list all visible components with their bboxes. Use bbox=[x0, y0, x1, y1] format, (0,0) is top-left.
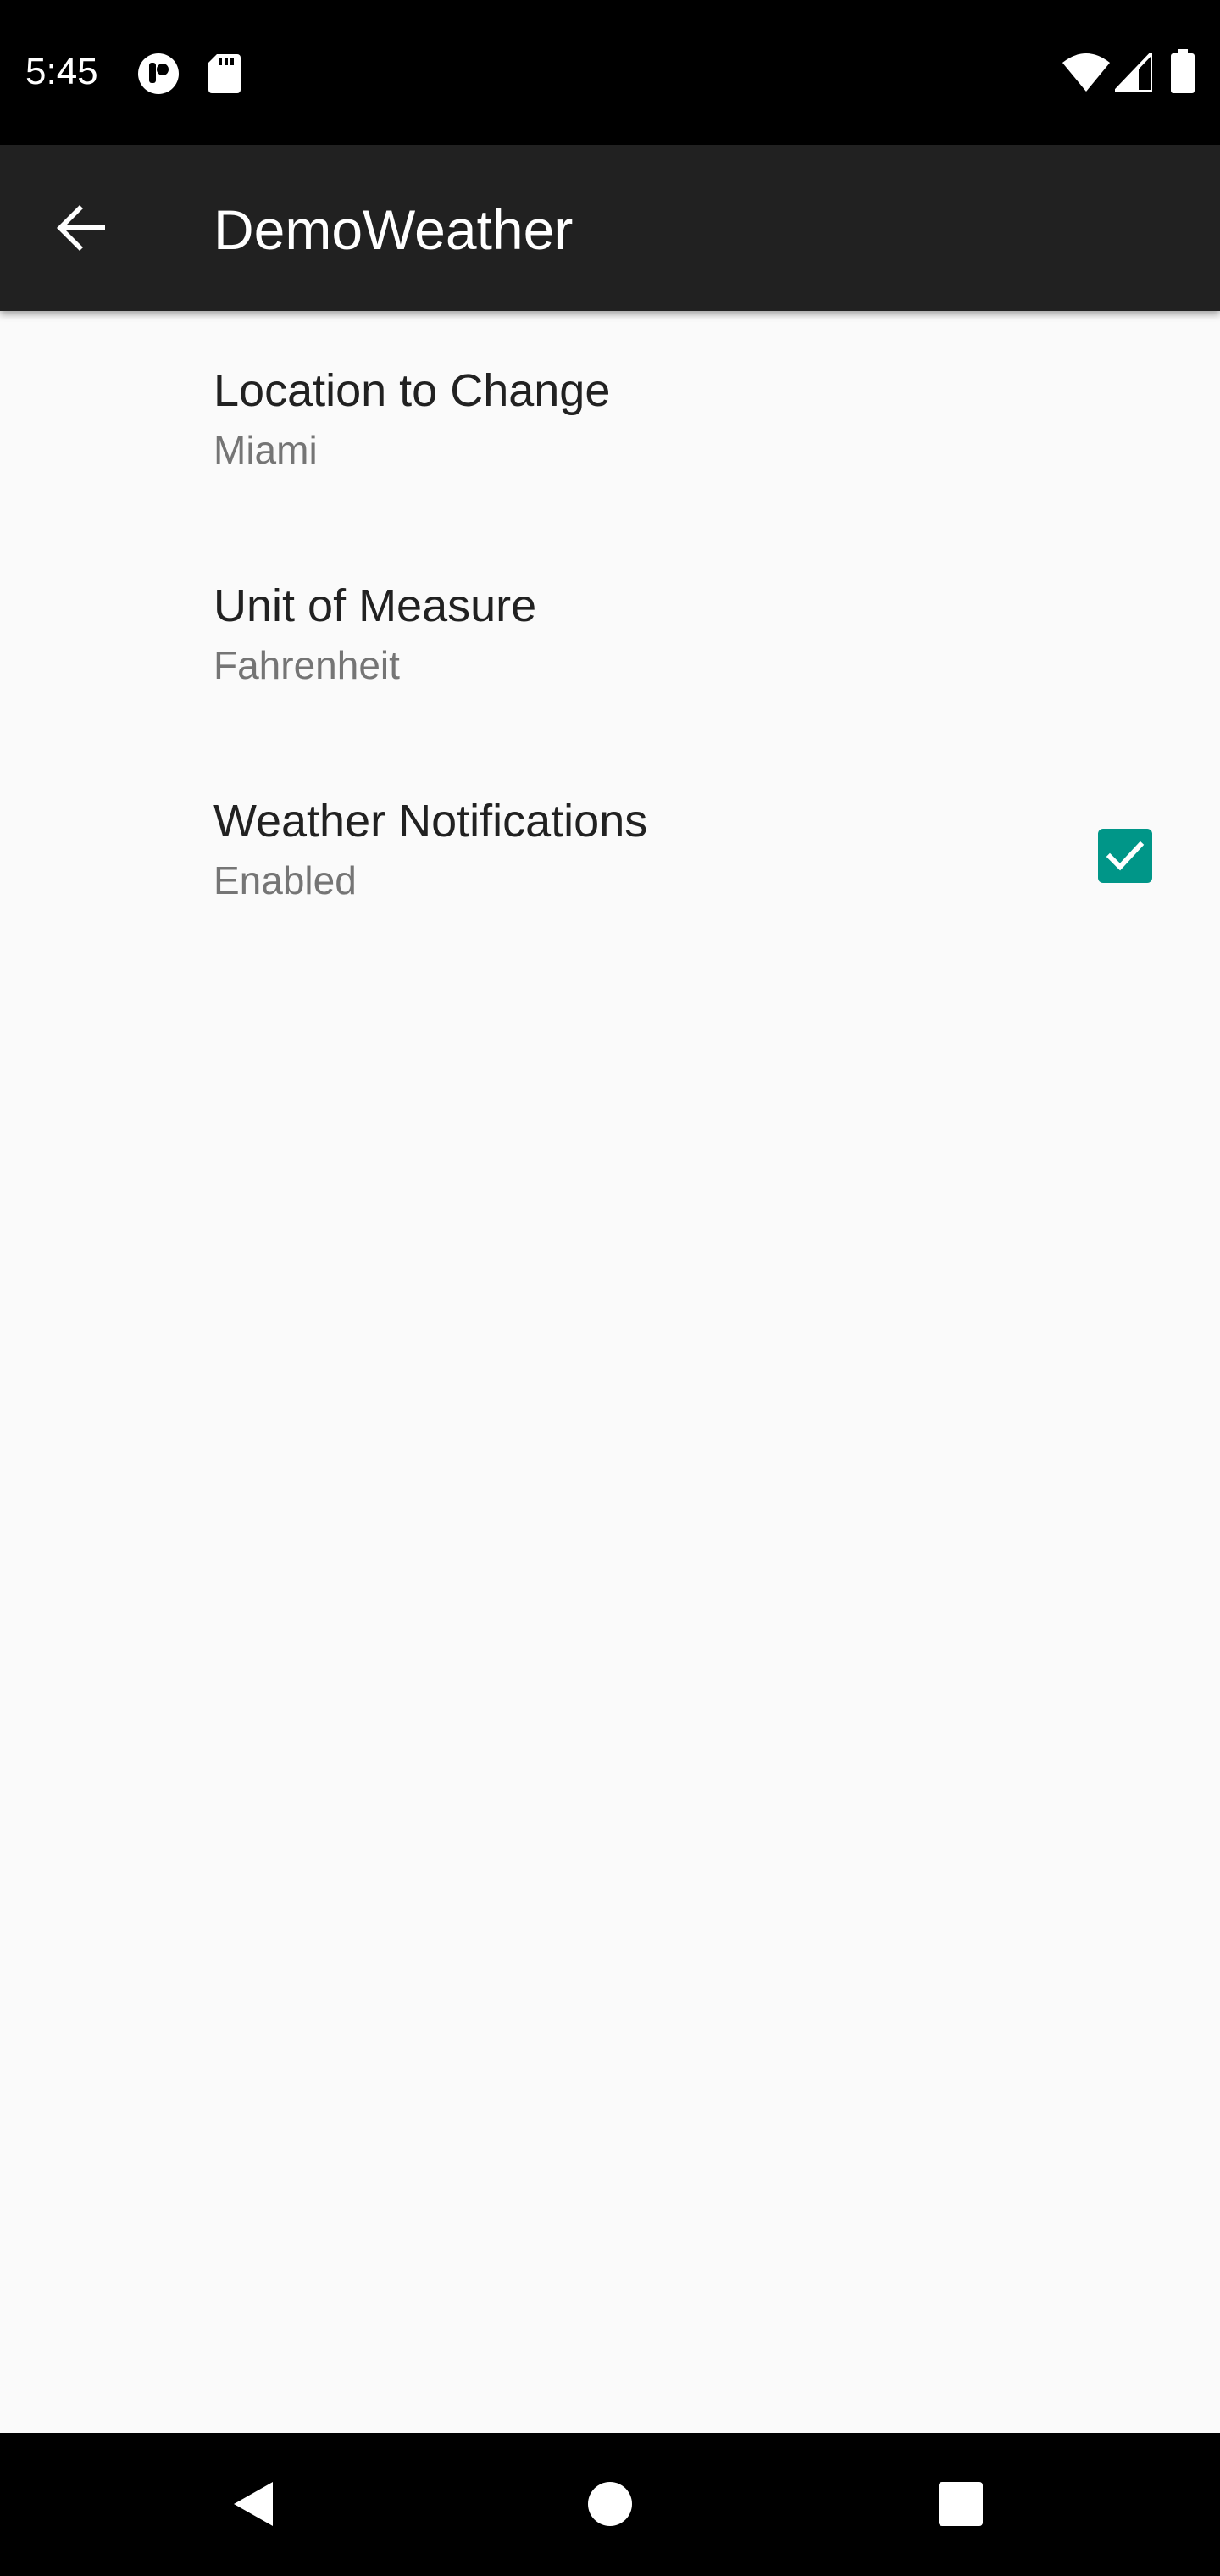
pref-location-title: Location to Change bbox=[214, 365, 611, 416]
pref-notifications-summary: Enabled bbox=[214, 858, 357, 902]
notifications-checkbox[interactable] bbox=[1098, 829, 1152, 883]
pref-unit[interactable]: Unit of Measure Fahrenheit bbox=[0, 526, 1220, 741]
battery-icon bbox=[1171, 49, 1195, 93]
status-time: 5:45 bbox=[25, 51, 98, 92]
recents-square-icon bbox=[939, 2482, 983, 2526]
app-title: DemoWeather bbox=[214, 198, 574, 261]
pref-unit-title: Unit of Measure bbox=[214, 580, 537, 631]
checkmark-icon bbox=[1106, 841, 1145, 871]
nav-home-button[interactable] bbox=[559, 2453, 661, 2555]
home-circle-icon bbox=[588, 2482, 632, 2526]
nav-recents-button[interactable] bbox=[910, 2453, 1012, 2555]
pref-unit-summary: Fahrenheit bbox=[214, 643, 400, 687]
podcast-app-icon bbox=[137, 53, 180, 95]
pref-notifications-title: Weather Notifications bbox=[214, 796, 648, 847]
status-bar: 5:45 bbox=[0, 0, 1220, 145]
sd-card-icon bbox=[208, 54, 241, 93]
back-triangle-icon bbox=[234, 2482, 273, 2526]
arrow-back-icon bbox=[57, 205, 105, 251]
wifi-icon bbox=[1062, 53, 1110, 92]
nav-bar bbox=[0, 2433, 1220, 2576]
back-button[interactable] bbox=[41, 187, 122, 269]
pref-notifications[interactable]: Weather Notifications Enabled bbox=[0, 741, 1220, 957]
preference-list: Location to Change Miami Unit of Measure… bbox=[0, 311, 1220, 957]
cell-signal-icon bbox=[1111, 48, 1154, 93]
app-bar: DemoWeather bbox=[0, 145, 1220, 311]
pref-location-summary: Miami bbox=[214, 428, 318, 472]
pref-location[interactable]: Location to Change Miami bbox=[0, 311, 1220, 526]
nav-back-button[interactable] bbox=[203, 2453, 305, 2555]
